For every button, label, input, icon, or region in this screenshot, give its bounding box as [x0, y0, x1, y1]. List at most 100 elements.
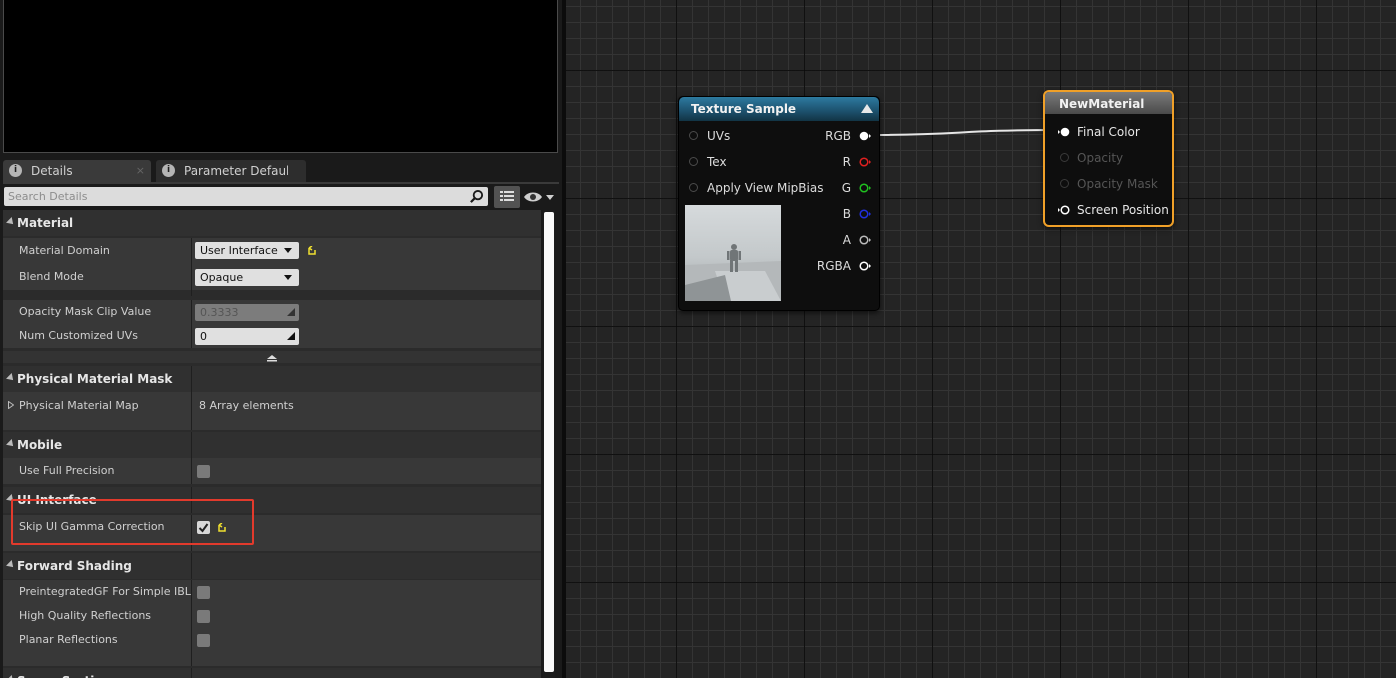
expand-arrow-icon: [6, 217, 16, 227]
row-blend-mode: Blend Mode Opaque: [3, 264, 541, 290]
input-pin-final-color[interactable]: [1058, 127, 1070, 137]
pin-label: R: [842, 155, 851, 169]
chevron-down-icon: [284, 248, 292, 253]
planar-reflections-checkbox[interactable]: [197, 634, 210, 647]
chevron-down-icon: [284, 275, 292, 280]
category-mobile[interactable]: Mobile: [3, 432, 541, 458]
preintegratedgf-checkbox[interactable]: [197, 586, 210, 599]
row-opacity-mask-clip-value: Opacity Mask Clip Value 0.3333: [3, 300, 541, 324]
output-pin-rgba[interactable]: [859, 261, 871, 271]
input-pin-apply-view-mipbias[interactable]: [689, 183, 698, 192]
pin-label: Tex: [707, 155, 727, 169]
search-input[interactable]: [8, 188, 458, 204]
row-spacer: [3, 290, 541, 296]
row-material-domain: Material Domain User Interface: [3, 238, 541, 264]
details-tab-bar: i Details × i Parameter Defaults: [3, 160, 559, 182]
close-icon[interactable]: ×: [136, 160, 145, 182]
tab-details[interactable]: i Details ×: [3, 160, 151, 182]
input-pin-opacity-mask: [1060, 179, 1069, 188]
node-header[interactable]: NewMaterial: [1045, 92, 1172, 114]
column-divider: [191, 392, 192, 430]
tab-parameter-defaults[interactable]: i Parameter Defaults: [156, 160, 306, 182]
details-property-list: Material Material Domain User Interface …: [3, 210, 541, 678]
row-high-quality-reflections: High Quality Reflections: [3, 604, 541, 628]
collapse-advanced-icon: [267, 355, 277, 362]
search-icon[interactable]: [469, 189, 484, 204]
resize-grip-icon: [287, 308, 295, 316]
high-quality-reflections-checkbox[interactable]: [197, 610, 210, 623]
expand-arrow-icon: [6, 560, 16, 570]
pin-label: A: [842, 233, 851, 247]
advanced-expander[interactable]: [3, 351, 541, 363]
field-value: 0.3333: [200, 306, 239, 319]
pin-label: B: [842, 207, 851, 221]
scrollbar-thumb[interactable]: [544, 212, 554, 672]
details-panel-area: i Details × i Parameter Defaults: [0, 0, 562, 678]
column-divider: [191, 300, 192, 324]
category-title: Mobile: [17, 438, 63, 452]
category-forward-shading[interactable]: Forward Shading: [3, 553, 541, 579]
dropdown-value: User Interface: [200, 244, 278, 257]
input-pin-tex[interactable]: [689, 157, 698, 166]
input-pin-opacity: [1060, 153, 1069, 162]
pin-label: Opacity: [1077, 151, 1124, 165]
column-divider: [191, 604, 192, 628]
info-icon: i: [9, 164, 22, 177]
output-pin-b[interactable]: [859, 209, 871, 219]
output-pin-a[interactable]: [859, 235, 871, 245]
row-preintegratedgf: PreintegratedGF For Simple IBL: [3, 580, 541, 604]
node-title: Texture Sample: [691, 102, 797, 116]
property-label: Blend Mode: [19, 270, 84, 283]
collapse-icon[interactable]: [861, 104, 873, 113]
pin-label: Opacity Mask: [1077, 177, 1158, 191]
input-pin-uvs[interactable]: [689, 131, 698, 140]
column-divider: [191, 458, 192, 484]
node-header[interactable]: Texture Sample: [679, 97, 879, 121]
pin-label: RGBA: [816, 259, 851, 273]
output-pin-rgb[interactable]: [859, 131, 871, 141]
category-physical-material-mask[interactable]: Physical Material Mask: [3, 366, 541, 392]
texture-preview-thumbnail: [685, 205, 781, 301]
pin-label: Screen Position: [1077, 203, 1169, 217]
num-customized-uvs-field[interactable]: 0: [195, 328, 299, 345]
property-label: PreintegratedGF For Simple IBL: [19, 585, 191, 598]
info-icon: i: [162, 164, 175, 177]
pin-label: Apply View MipBias: [707, 181, 824, 195]
material-result-node[interactable]: NewMaterial Final Color Opacity Opacity …: [1043, 90, 1174, 227]
input-pin-screen-position[interactable]: [1058, 205, 1070, 215]
reset-to-default-icon[interactable]: [307, 246, 317, 256]
category-title: Forward Shading: [17, 559, 132, 573]
category-title: Physical Material Mask: [17, 372, 173, 386]
output-pin-g[interactable]: [859, 183, 871, 193]
visibility-filter-button[interactable]: [522, 186, 556, 208]
column-divider: [191, 628, 192, 666]
list-view-button[interactable]: [494, 186, 520, 208]
column-divider: [191, 668, 192, 678]
texture-sample-node[interactable]: Texture Sample UVs Tex Apply View MipBia…: [678, 96, 880, 311]
material-domain-dropdown[interactable]: User Interface: [195, 242, 299, 259]
property-label: Physical Material Map: [19, 399, 139, 412]
pin-label: Final Color: [1077, 125, 1140, 139]
category-scene-sorting[interactable]: Scene Sorting: [3, 668, 541, 678]
list-view-icon: [500, 191, 514, 201]
pin-label: RGB: [825, 129, 851, 143]
expand-arrow-icon: [6, 439, 16, 449]
material-preview-viewport[interactable]: [3, 0, 558, 153]
pin-label: G: [841, 181, 851, 195]
column-divider: [191, 580, 192, 604]
blend-mode-dropdown[interactable]: Opaque: [195, 269, 299, 286]
column-divider: [191, 264, 192, 290]
property-label: Planar Reflections: [19, 633, 118, 646]
row-planar-reflections: Planar Reflections: [3, 628, 541, 666]
expand-right-icon[interactable]: [8, 401, 14, 409]
column-divider: [191, 324, 192, 348]
output-pin-r[interactable]: [859, 157, 871, 167]
use-full-precision-checkbox[interactable]: [197, 465, 210, 478]
row-use-full-precision: Use Full Precision: [3, 458, 541, 484]
category-material[interactable]: Material: [3, 210, 541, 236]
category-title: Material: [17, 216, 74, 230]
pin-label: UVs: [707, 129, 731, 143]
search-box[interactable]: [4, 187, 488, 206]
array-count-text: 8 Array elements: [199, 399, 294, 412]
tab-bar-underline: [3, 182, 559, 184]
